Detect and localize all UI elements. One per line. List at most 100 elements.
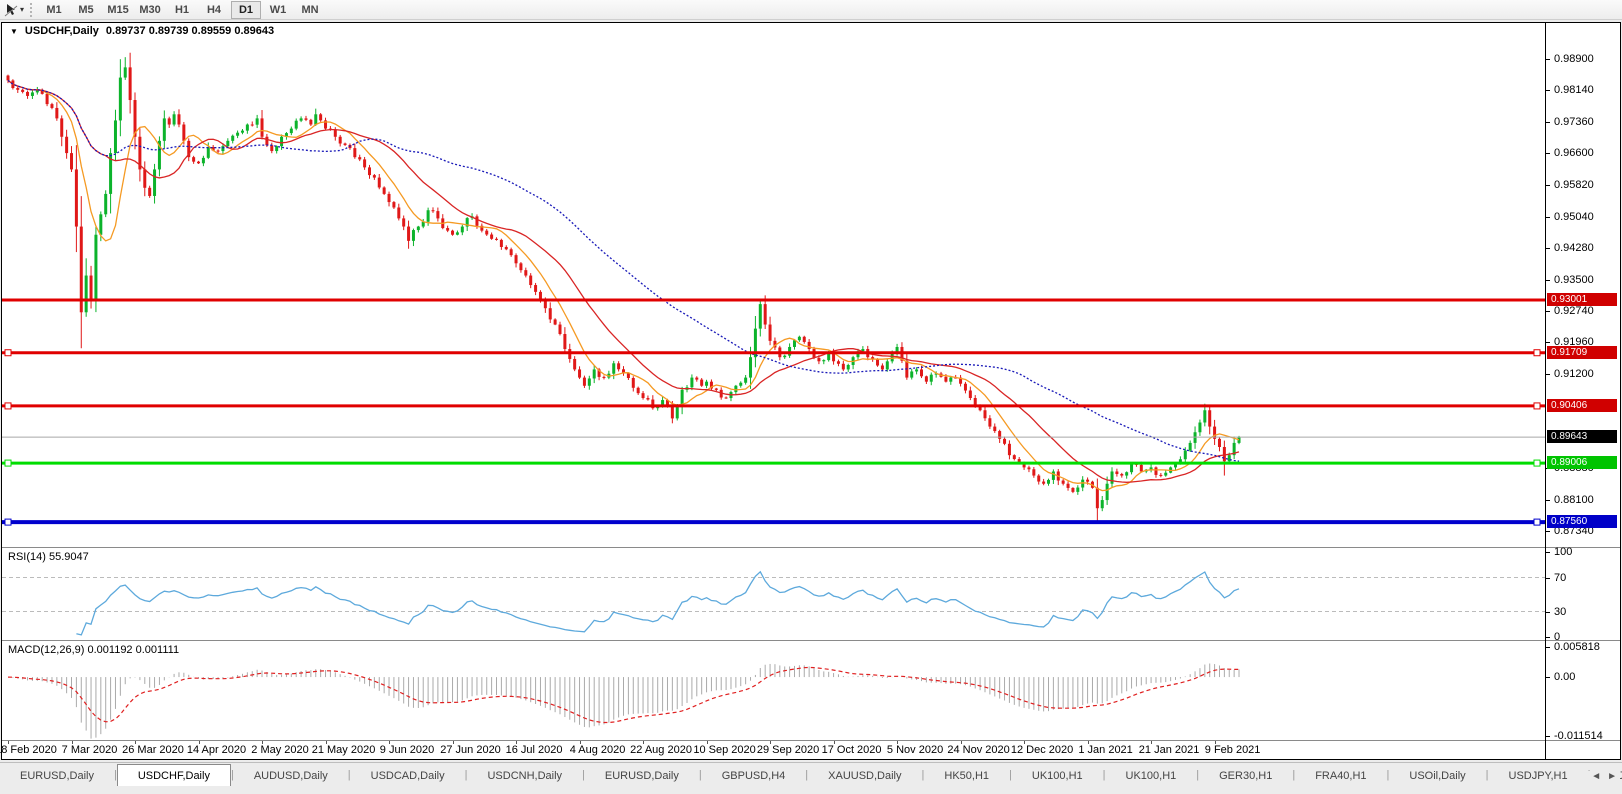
axis-tick <box>1546 500 1550 502</box>
axis-tick <box>1546 216 1550 218</box>
axis-tick-label: 0.98140 <box>1554 84 1594 97</box>
timeframe-button-m1[interactable]: M1 <box>39 1 69 19</box>
level-line-0.91709[interactable] <box>2 349 1545 357</box>
toolbar-grip <box>30 2 33 17</box>
date-axis[interactable]: 18 Feb 2020 7 Mar 2020 26 Mar 2020 14 Apr 2… <box>0 741 1620 759</box>
chart-tab-ger30-h1[interactable]: GER30,H1 <box>1199 766 1292 786</box>
macd-axis-label: -0.011514 <box>1554 730 1603 743</box>
level-price-badge-0.89006: 0.89006 <box>1547 456 1617 470</box>
date-label: 18 Feb 2020 <box>0 744 57 756</box>
chart-tab-eurusd-daily[interactable]: EURUSD,Daily <box>585 766 699 786</box>
axis-tick <box>1546 677 1550 679</box>
ma-slow-line <box>7 79 1240 462</box>
axis-tick <box>1546 279 1550 281</box>
rsi-axis-label: 30 <box>1554 605 1567 618</box>
tab-scroll-right-icon[interactable]: ► <box>1607 771 1617 782</box>
level-price-badge-0.90406: 0.90406 <box>1547 398 1617 412</box>
axis-tick-label: 0.95040 <box>1554 210 1594 223</box>
chart-tab-eurusd-daily[interactable]: EURUSD,Daily <box>0 766 114 786</box>
rsi-chart[interactable] <box>2 549 1545 640</box>
timeframe-button-m15[interactable]: M15 <box>103 1 133 19</box>
date-label: 2 May 2020 <box>251 744 309 756</box>
chart-window: ▼ USDCHF,Daily 0.89737 0.89739 0.89559 0… <box>0 22 1621 760</box>
level-price-badge-0.93001: 0.93001 <box>1547 293 1617 306</box>
price-axis[interactable]: 0.98900 0.98140 0.97360 0.96600 0.95820 0.950… <box>1545 23 1620 759</box>
chart-tab-audusd-daily[interactable]: AUDUSD,Daily <box>234 766 348 786</box>
timeframe-button-m30[interactable]: M30 <box>135 1 165 19</box>
level-price-badge-0.87560: 0.87560 <box>1547 515 1617 529</box>
chart-tab-usdcnh-daily[interactable]: USDCNH,Daily <box>467 766 582 786</box>
chart-title-bar[interactable]: ▼ USDCHF,Daily 0.89737 0.89739 0.89559 0… <box>2 23 1620 39</box>
level-price-badge-0.91709: 0.91709 <box>1547 345 1617 359</box>
axis-tick <box>1546 373 1550 375</box>
chart-symbol-label: USDCHF,Daily <box>24 25 99 37</box>
timeframe-button-m5[interactable]: M5 <box>71 1 101 19</box>
chart-tab-bar: EURUSD,Daily | USDCHF,Daily | AUDUSD,Daily | U… <box>0 762 1622 786</box>
date-label: 5 Nov 2020 <box>886 744 944 756</box>
date-label: 7 Mar 2020 <box>61 744 118 756</box>
chart-tab-gbpusd-h4[interactable]: GBPUSD,H4 <box>702 766 806 786</box>
chart-tab-uk100-h1[interactable]: UK100,H1 <box>1012 766 1103 786</box>
rsi-axis-label: 70 <box>1554 571 1567 584</box>
rsi-pane[interactable]: RSI(14) 55.9047 <box>2 549 1620 640</box>
date-label: 26 Mar 2020 <box>122 744 184 756</box>
axis-tick-label: 0.94280 <box>1554 241 1594 254</box>
axis-tick <box>1546 736 1550 738</box>
axis-tick-label: 0.96600 <box>1554 147 1594 160</box>
timeframe-toolbar: ▾ M1 M5 M15 M30 H1 H4 D1 W1 MN <box>0 0 1622 20</box>
chart-tab-usoil-daily[interactable]: USOil,Daily <box>1389 766 1485 786</box>
date-label: 24 Nov 2020 <box>947 744 1010 756</box>
candlestick-chart[interactable] <box>2 39 1545 547</box>
axis-tick-label: 0.98900 <box>1554 53 1594 66</box>
date-label: 29 Sep 2020 <box>756 744 820 756</box>
chart-tab-fra40-h1[interactable]: FRA40,H1 <box>1295 766 1386 786</box>
date-label: 9 Feb 2021 <box>1204 744 1261 756</box>
tab-scroll-left-icon[interactable]: ◄ <box>1591 771 1601 782</box>
chart-tab-hk50-h1[interactable]: HK50,H1 <box>924 766 1009 786</box>
date-label: 21 May 2020 <box>311 744 376 756</box>
axis-tick <box>1546 247 1550 249</box>
chart-tab-xauusd-daily[interactable]: XAUUSD,Daily <box>808 766 921 786</box>
date-label: 22 Aug 2020 <box>630 744 692 756</box>
cursor-dropdown-caret[interactable]: ▾ <box>20 5 24 14</box>
timeframe-button-h1[interactable]: H1 <box>167 1 197 19</box>
collapse-triangle-icon[interactable]: ▼ <box>10 27 18 36</box>
rsi-label: RSI(14) 55.9047 <box>8 551 89 563</box>
date-label: 12 Dec 2020 <box>1010 744 1074 756</box>
level-line-0.90406[interactable] <box>2 402 1545 410</box>
timeframe-button-d1[interactable]: D1 <box>231 0 262 19</box>
axis-tick <box>1546 59 1550 61</box>
macd-chart[interactable] <box>2 642 1545 740</box>
timeframe-button-w1[interactable]: W1 <box>263 1 293 19</box>
timeframe-button-mn[interactable]: MN <box>295 1 325 19</box>
level-line-0.87560[interactable] <box>2 518 1545 526</box>
axis-tick <box>1546 611 1550 613</box>
current-price-badge: 0.89643 <box>1547 430 1617 444</box>
axis-tick-label: 0.92740 <box>1554 304 1594 317</box>
macd-pane[interactable]: MACD(12,26,9) 0.001192 0.001111 <box>2 642 1620 740</box>
level-line-0.89006[interactable] <box>2 459 1545 467</box>
date-label: 27 Jun 2020 <box>440 744 501 756</box>
axis-tick <box>1546 342 1550 344</box>
axis-tick <box>1546 577 1550 579</box>
axis-tick <box>1546 552 1550 553</box>
date-label: 17 Oct 2020 <box>821 744 882 756</box>
macd-label: MACD(12,26,9) 0.001192 0.001111 <box>8 644 180 656</box>
chart-tab-usdjpy-h1[interactable]: USDJPY,H1 <box>1489 766 1588 786</box>
date-label: 21 Jan 2021 <box>1138 744 1200 756</box>
date-label: 10 Sep 2020 <box>693 744 756 756</box>
axis-tick-label: 0.97360 <box>1554 116 1594 129</box>
macd-axis-label: 0.005818 <box>1554 641 1600 654</box>
chart-ohlc-values: 0.89737 0.89739 0.89559 0.89643 <box>105 25 275 37</box>
chart-tab-usdchf-daily[interactable]: USDCHF,Daily <box>116 764 231 786</box>
crosshair-cursor-icon[interactable] <box>3 2 19 18</box>
date-label: 1 Jan 2021 <box>1078 744 1133 756</box>
timeframe-button-h4[interactable]: H4 <box>199 1 229 19</box>
chart-tab-uk100-h1[interactable]: UK100,H1 <box>1106 766 1197 786</box>
axis-tick <box>1546 90 1550 92</box>
axis-tick <box>1546 153 1550 155</box>
ma-fast-line <box>7 79 1240 492</box>
macd-axis-label: 0.00 <box>1554 671 1576 684</box>
chart-tab-usdcad-daily[interactable]: USDCAD,Daily <box>351 766 465 786</box>
main-price-pane[interactable] <box>2 39 1620 547</box>
